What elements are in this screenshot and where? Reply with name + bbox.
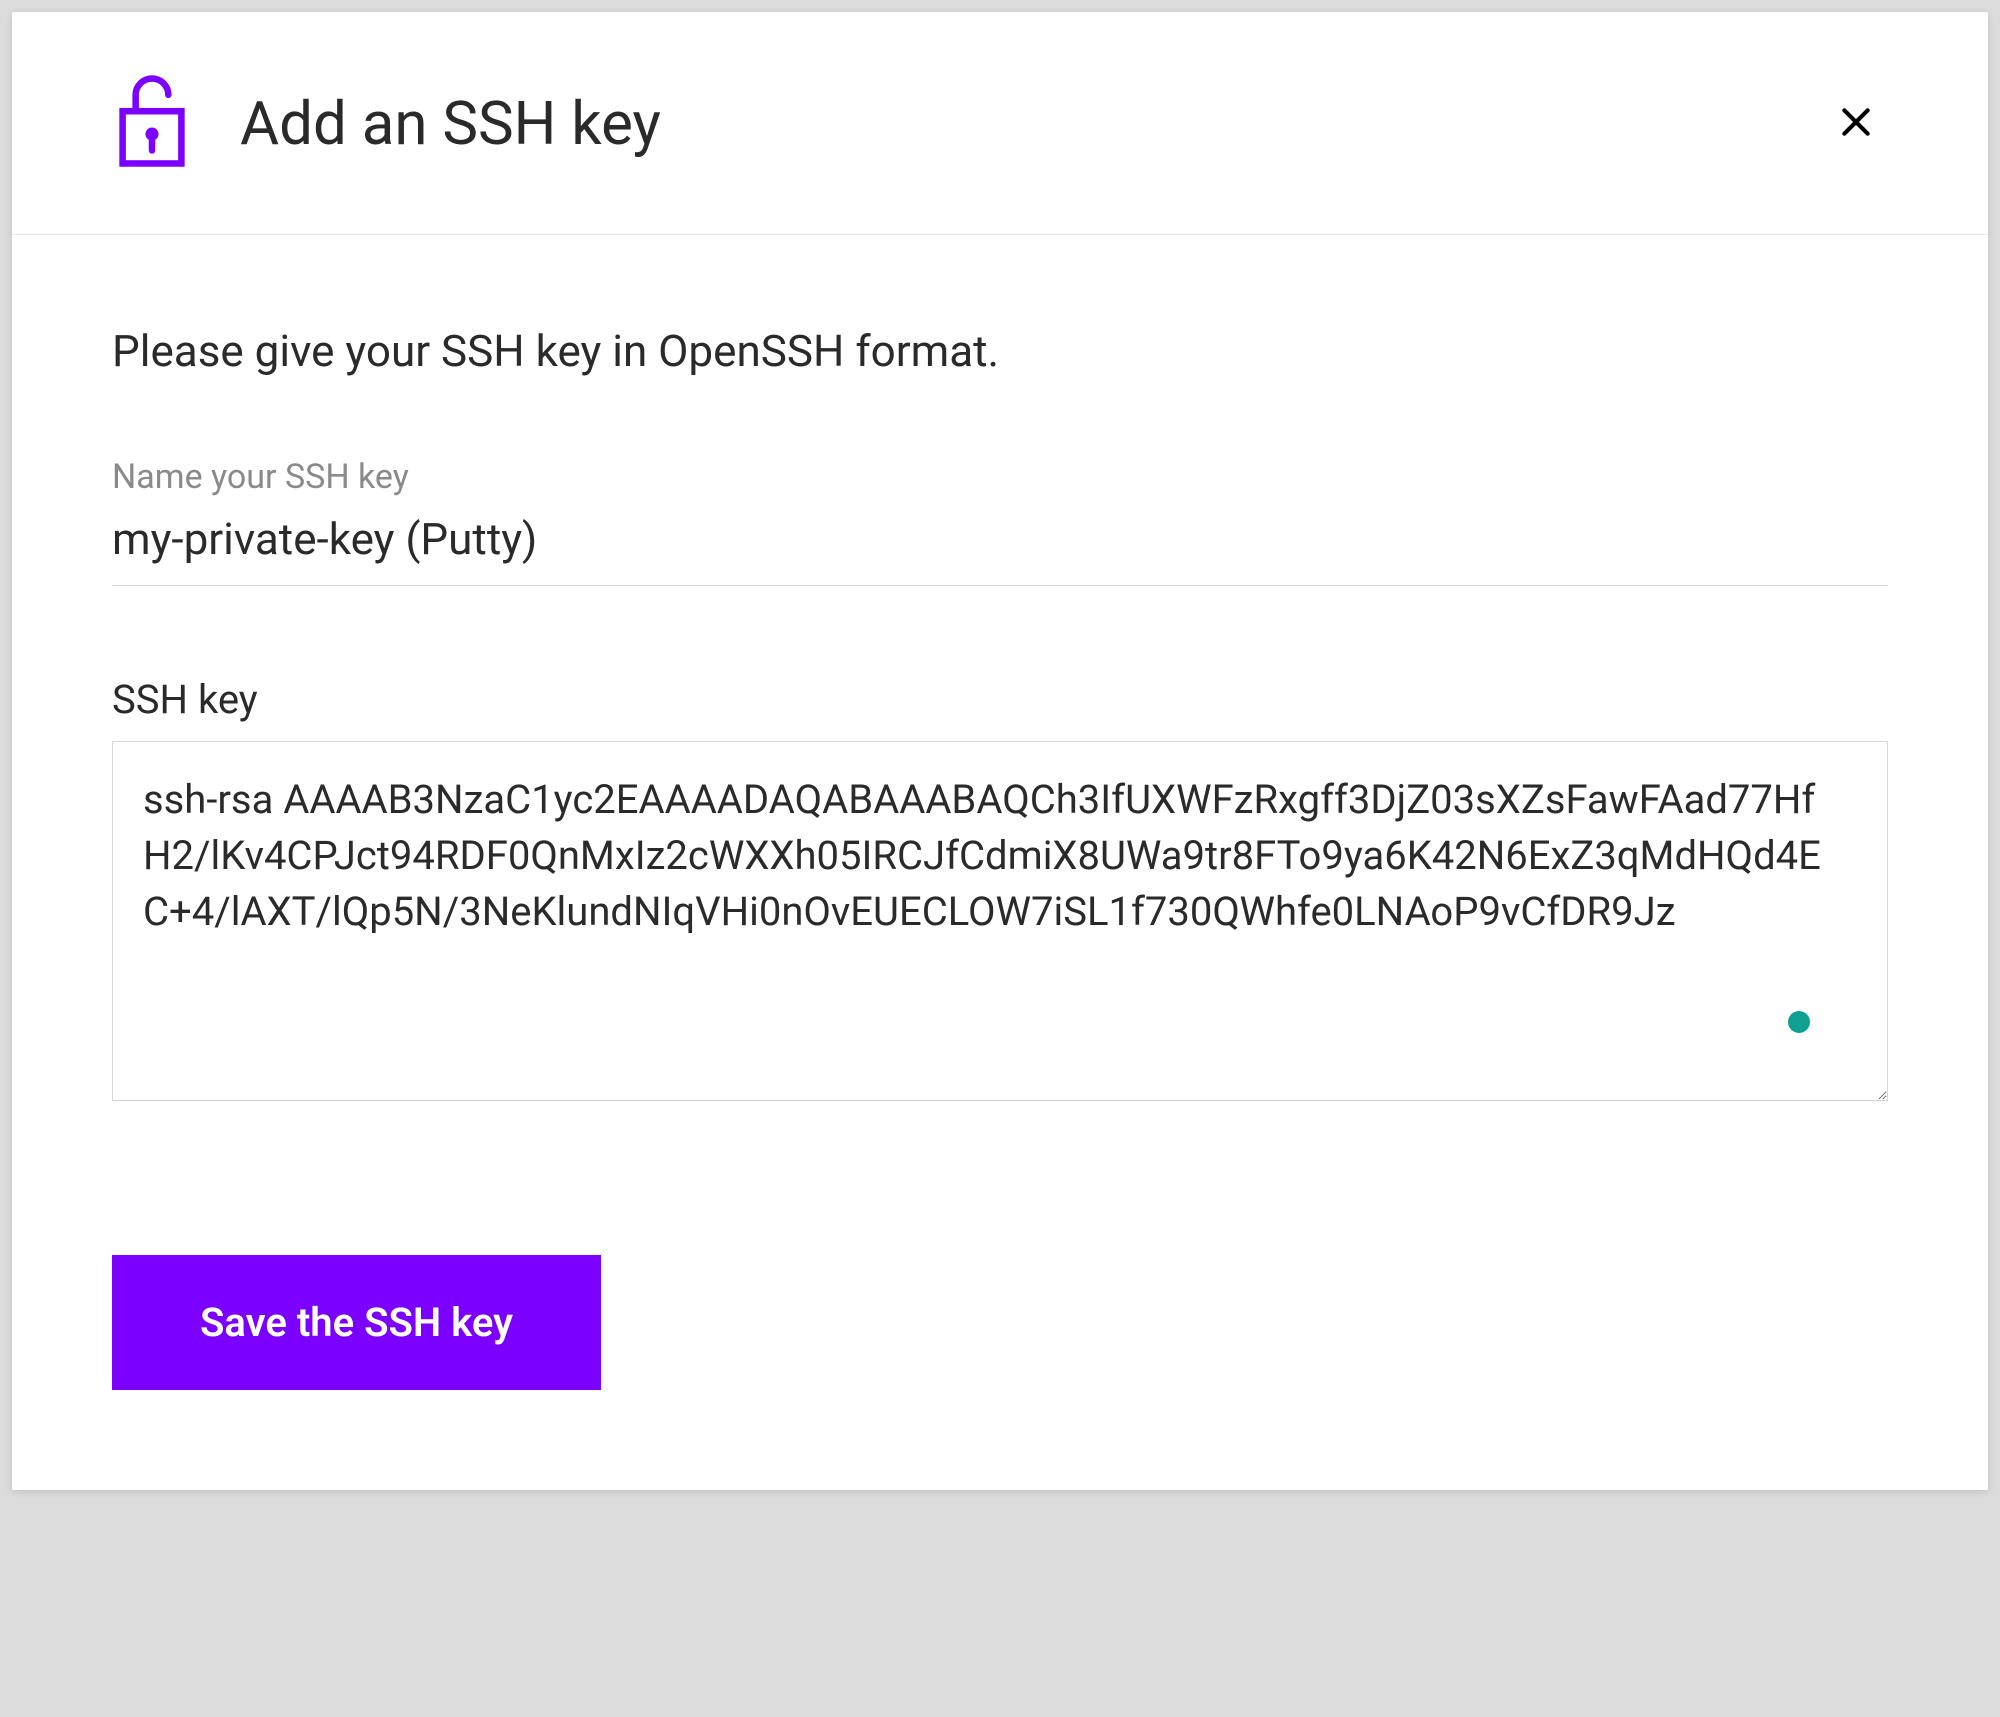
- add-ssh-key-modal: Add an SSH key Please give your SSH key …: [12, 12, 1988, 1490]
- ssh-key-name-input[interactable]: [112, 505, 1888, 586]
- key-field-label: SSH key: [112, 676, 1888, 723]
- name-field-label: Name your SSH key: [112, 457, 1888, 497]
- key-field-group: SSH key: [112, 676, 1888, 1105]
- modal-footer: Save the SSH key: [12, 1255, 1988, 1490]
- name-field-group: Name your SSH key: [112, 457, 1888, 586]
- unlock-icon: [112, 72, 192, 174]
- modal-header: Add an SSH key: [12, 12, 1988, 235]
- textarea-wrap: [112, 741, 1888, 1105]
- header-left: Add an SSH key: [112, 72, 661, 174]
- instruction-text: Please give your SSH key in OpenSSH form…: [112, 325, 1888, 377]
- close-icon: [1836, 102, 1876, 145]
- modal-body: Please give your SSH key in OpenSSH form…: [12, 235, 1988, 1255]
- modal-title: Add an SSH key: [240, 88, 661, 159]
- close-button[interactable]: [1824, 90, 1888, 157]
- ssh-key-textarea[interactable]: [112, 741, 1888, 1101]
- save-ssh-key-button[interactable]: Save the SSH key: [112, 1255, 601, 1390]
